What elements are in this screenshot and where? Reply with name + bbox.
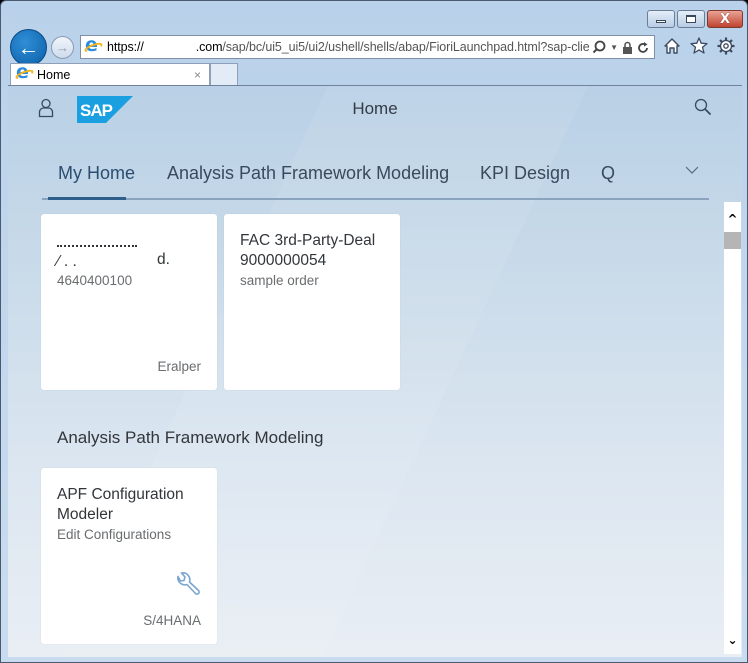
scroll-up-button[interactable]: ^	[724, 210, 741, 227]
tile-subtitle: Edit Configurations	[57, 527, 172, 542]
tile-subtitle: 4640400100	[57, 273, 133, 288]
page-viewport: SAP Home My Home Analysis Path Framework…	[8, 85, 742, 657]
browser-toolbar	[663, 37, 735, 60]
anchor-item-q[interactable]: Q	[601, 163, 615, 184]
minimize-button[interactable]	[647, 10, 675, 28]
address-tools: ▼	[592, 40, 654, 54]
tile-title: APF Configuration Modeler	[57, 486, 184, 523]
tab-label: Home	[37, 67, 71, 82]
close-icon: X	[719, 11, 731, 27]
ie-tab-icon: e	[14, 63, 35, 83]
shell-header: SAP Home	[8, 86, 724, 132]
anchor-selected-indicator	[48, 197, 126, 200]
tile-title: FAC 3rd-Party-Deal 9000000054	[240, 232, 376, 269]
arrow-left-icon: ←	[17, 34, 40, 60]
tile-apf-configuration-modeler[interactable]: APF Configuration Modeler Edit Configura…	[41, 468, 217, 644]
vertical-scrollbar[interactable]: ^ ⌄	[724, 202, 741, 654]
search-address-icon[interactable]	[592, 40, 606, 54]
scroll-thumb[interactable]	[724, 232, 741, 249]
forward-button[interactable]: →	[51, 36, 74, 59]
home-icon[interactable]	[663, 37, 681, 60]
chevron-down-icon[interactable]	[685, 162, 699, 174]
shell-title: Home	[352, 99, 398, 118]
tile-footer: S/4HANA	[143, 613, 201, 628]
arrow-right-icon: →	[56, 40, 69, 55]
tile-title-redacted-line1	[57, 231, 137, 251]
scroll-down-button[interactable]: ⌄	[724, 631, 741, 648]
url-text[interactable]: https://.com/sap/bc/ui5_ui5/ui2/ushell/s…	[107, 40, 592, 54]
tile-footer: Eralper	[157, 359, 201, 374]
close-window-button[interactable]: X	[707, 10, 743, 28]
maximize-icon	[686, 15, 696, 23]
anchor-bar-divider	[42, 198, 709, 200]
tile-title-redacted-line2: ⁄ . . d.	[57, 251, 170, 270]
maximize-button[interactable]	[677, 10, 705, 28]
new-tab-button[interactable]	[210, 63, 238, 85]
anchor-item-kpi-design[interactable]: KPI Design	[480, 163, 570, 184]
tab-close-button[interactable]: ×	[194, 68, 209, 82]
wrench-icon	[175, 572, 201, 598]
anchor-item-my-home[interactable]: My Home	[58, 163, 135, 184]
lock-icon[interactable]	[622, 41, 633, 54]
anchor-item-analysis-path-framework-modeling[interactable]: Analysis Path Framework Modeling	[167, 163, 449, 184]
minimize-icon	[656, 20, 666, 23]
group-title: Analysis Path Framework Modeling	[57, 428, 324, 447]
browser-tab-home[interactable]: e Home ×	[10, 63, 210, 85]
favorites-star-icon[interactable]	[690, 37, 708, 60]
window-controls: X	[647, 10, 743, 28]
settings-gear-icon[interactable]	[717, 37, 735, 60]
search-icon[interactable]	[694, 98, 712, 116]
refresh-icon[interactable]	[637, 41, 649, 54]
tile-redacted[interactable]: ⁄ . . d. 4640400100 Eralper	[41, 214, 217, 390]
dropdown-arrow-icon[interactable]: ▼	[610, 43, 618, 52]
tile-fac-3rd-party-deal[interactable]: FAC 3rd-Party-Deal 9000000054 sample ord…	[224, 214, 400, 390]
tile-subtitle: sample order	[240, 273, 319, 288]
browser-window: X ← → e https://.com/sap/bc/ui5_ui5/ui2/…	[0, 0, 748, 663]
anchor-navigation-bar: My Home Analysis Path Framework Modeling…	[42, 150, 709, 200]
ie-page-icon: e	[83, 35, 104, 56]
address-bar[interactable]: e https://.com/sap/bc/ui5_ui5/ui2/ushell…	[80, 35, 655, 59]
